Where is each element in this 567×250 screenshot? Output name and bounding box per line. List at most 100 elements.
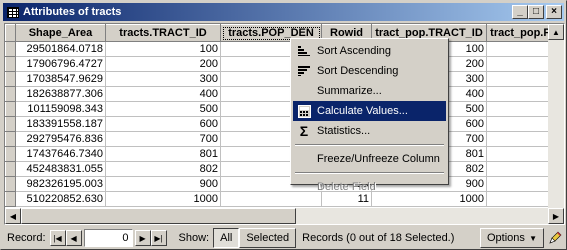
record-label: Record: <box>7 232 46 244</box>
table-icon <box>7 6 19 18</box>
column-context-menu: Sort Ascending Sort Descending Summarize… <box>290 38 449 193</box>
table-row[interactable]: 29501864.07181001100 <box>5 41 561 57</box>
table-row[interactable]: 982326195.00390010900 <box>5 176 561 192</box>
calculator-icon <box>295 103 313 119</box>
menu-item-label: Delete Field <box>317 181 376 193</box>
show-all-button[interactable]: All <box>213 228 240 248</box>
first-record-button[interactable]: |◀ <box>49 230 66 246</box>
options-button[interactable]: Options ▼ <box>480 228 544 248</box>
table-cell[interactable]: 17437646.7340 <box>15 146 106 162</box>
row-selector[interactable] <box>5 101 16 117</box>
previous-record-button[interactable]: ◀ <box>65 230 82 246</box>
row-selector[interactable] <box>5 146 16 162</box>
table-cell[interactable]: 200 <box>105 56 221 72</box>
table-cell[interactable]: 500 <box>105 101 221 117</box>
table-row[interactable]: 452483831.0558029802 <box>5 161 561 177</box>
sort-ascending-icon <box>295 43 313 59</box>
attribute-table: Shape_Area tracts.TRACT_ID tracts.POP_DE… <box>5 24 561 207</box>
table-row[interactable]: 183391558.1876006600 <box>5 116 561 132</box>
close-icon: × <box>551 6 557 17</box>
last-record-button[interactable]: ▶| <box>150 230 167 246</box>
previous-record-icon: ◀ <box>70 233 77 243</box>
attributes-window: Attributes of tracts _ □ × Shape_Area tr… <box>0 0 567 250</box>
column-header-tract-id[interactable]: tracts.TRACT_ID <box>105 24 221 42</box>
horizontal-scroll-thumb[interactable] <box>21 208 296 224</box>
arrow-right-icon: ▶ <box>552 211 560 221</box>
minimize-button[interactable]: _ <box>512 5 528 19</box>
table-cell[interactable]: 100 <box>105 41 221 57</box>
scroll-left-button[interactable]: ◀ <box>5 208 21 224</box>
table-cell[interactable]: 452483831.055 <box>15 161 106 177</box>
sort-descending-icon <box>295 63 313 79</box>
first-record-icon: |◀ <box>53 233 62 243</box>
row-selector[interactable] <box>5 56 16 72</box>
vertical-scrollbar[interactable]: ▲ <box>548 24 564 208</box>
row-selector[interactable] <box>5 86 16 102</box>
menu-separator <box>295 144 444 146</box>
record-number-input[interactable] <box>83 229 133 247</box>
table-cell[interactable]: 510220852.630 <box>15 191 106 207</box>
row-selector[interactable] <box>5 41 16 57</box>
table-cell[interactable]: 183391558.187 <box>15 116 106 132</box>
table-cell[interactable]: 801 <box>105 146 221 162</box>
table-cell[interactable]: 17906796.4727 <box>15 56 106 72</box>
row-selector[interactable] <box>5 176 16 192</box>
table-cell[interactable]: 700 <box>105 131 221 147</box>
scroll-up-button[interactable]: ▲ <box>548 24 564 40</box>
row-selector[interactable] <box>5 161 16 177</box>
table-cell[interactable]: 400 <box>105 86 221 102</box>
table-row[interactable]: 182638877.3064004400 <box>5 86 561 102</box>
menu-item-sort-descending[interactable]: Sort Descending <box>293 61 446 81</box>
table-cell[interactable]: 292795476.836 <box>15 131 106 147</box>
pencil-icon[interactable] <box>548 231 562 248</box>
all-label: All <box>220 232 233 244</box>
row-selector[interactable] <box>5 116 16 132</box>
table-row[interactable]: 17437646.73408018801 <box>5 146 561 162</box>
menu-item-sort-ascending[interactable]: Sort Ascending <box>293 41 446 61</box>
scroll-right-button[interactable]: ▶ <box>548 208 564 224</box>
close-button[interactable]: × <box>546 5 562 19</box>
column-header-shape-area[interactable]: Shape_Area <box>15 24 106 42</box>
horizontal-scrollbar[interactable]: ◀ ▶ <box>5 208 564 224</box>
title-bar[interactable]: Attributes of tracts _ □ × <box>3 3 564 21</box>
menu-item-label: Sort Descending <box>317 65 399 77</box>
menu-item-summarize[interactable]: Summarize... <box>293 81 446 101</box>
table-row[interactable]: 510220852.630 1000 11 1000 <box>5 191 561 207</box>
status-bar: Record: |◀ ◀ ▶ ▶| Show: All Selected Rec… <box>3 227 564 249</box>
options-label: Options <box>487 232 525 244</box>
menu-item-statistics[interactable]: Σ Statistics... <box>293 121 446 141</box>
table-cell[interactable]: 182638877.306 <box>15 86 106 102</box>
table-cell[interactable]: 17038547.9629 <box>15 71 106 87</box>
menu-item-label: Calculate Values... <box>317 105 408 117</box>
table-cell[interactable]: 101159098.343 <box>15 101 106 117</box>
maximize-button[interactable]: □ <box>528 5 544 19</box>
next-record-icon: ▶ <box>139 233 146 243</box>
table-row[interactable]: 17906796.47272002200 <box>5 56 561 72</box>
table-row[interactable]: 101159098.3435005500 <box>5 101 561 117</box>
menu-separator <box>295 172 444 174</box>
table-cell[interactable]: 29501864.0718 <box>15 41 106 57</box>
sigma-icon: Σ <box>299 123 309 139</box>
table-cell[interactable]: 1000 <box>105 191 221 207</box>
table-cell[interactable]: 802 <box>105 161 221 177</box>
table-row[interactable]: 292795476.8367007700 <box>5 131 561 147</box>
records-count: Records (0 out of 18 Selected.) <box>302 232 455 244</box>
arrow-left-icon: ◀ <box>9 211 17 221</box>
attribute-grid: Shape_Area tracts.TRACT_ID tracts.POP_DE… <box>4 23 565 225</box>
row-selector-header[interactable] <box>5 24 16 42</box>
window-title: Attributes of tracts <box>23 6 122 18</box>
table-row[interactable]: 17038547.96293003300 <box>5 71 561 87</box>
row-selector[interactable] <box>5 71 16 87</box>
table-cell[interactable]: 600 <box>105 116 221 132</box>
row-selector[interactable] <box>5 191 16 207</box>
next-record-button[interactable]: ▶ <box>134 230 151 246</box>
table-cell[interactable]: 982326195.003 <box>15 176 106 192</box>
menu-item-label: Summarize... <box>317 85 382 97</box>
arrow-up-icon: ▲ <box>552 27 560 37</box>
menu-item-freeze-column[interactable]: Freeze/Unfreeze Column <box>293 149 446 169</box>
table-cell[interactable]: 900 <box>105 176 221 192</box>
menu-item-calculate-values[interactable]: Calculate Values... <box>293 101 446 121</box>
show-selected-button[interactable]: Selected <box>239 228 297 248</box>
row-selector[interactable] <box>5 131 16 147</box>
table-cell[interactable]: 300 <box>105 71 221 87</box>
